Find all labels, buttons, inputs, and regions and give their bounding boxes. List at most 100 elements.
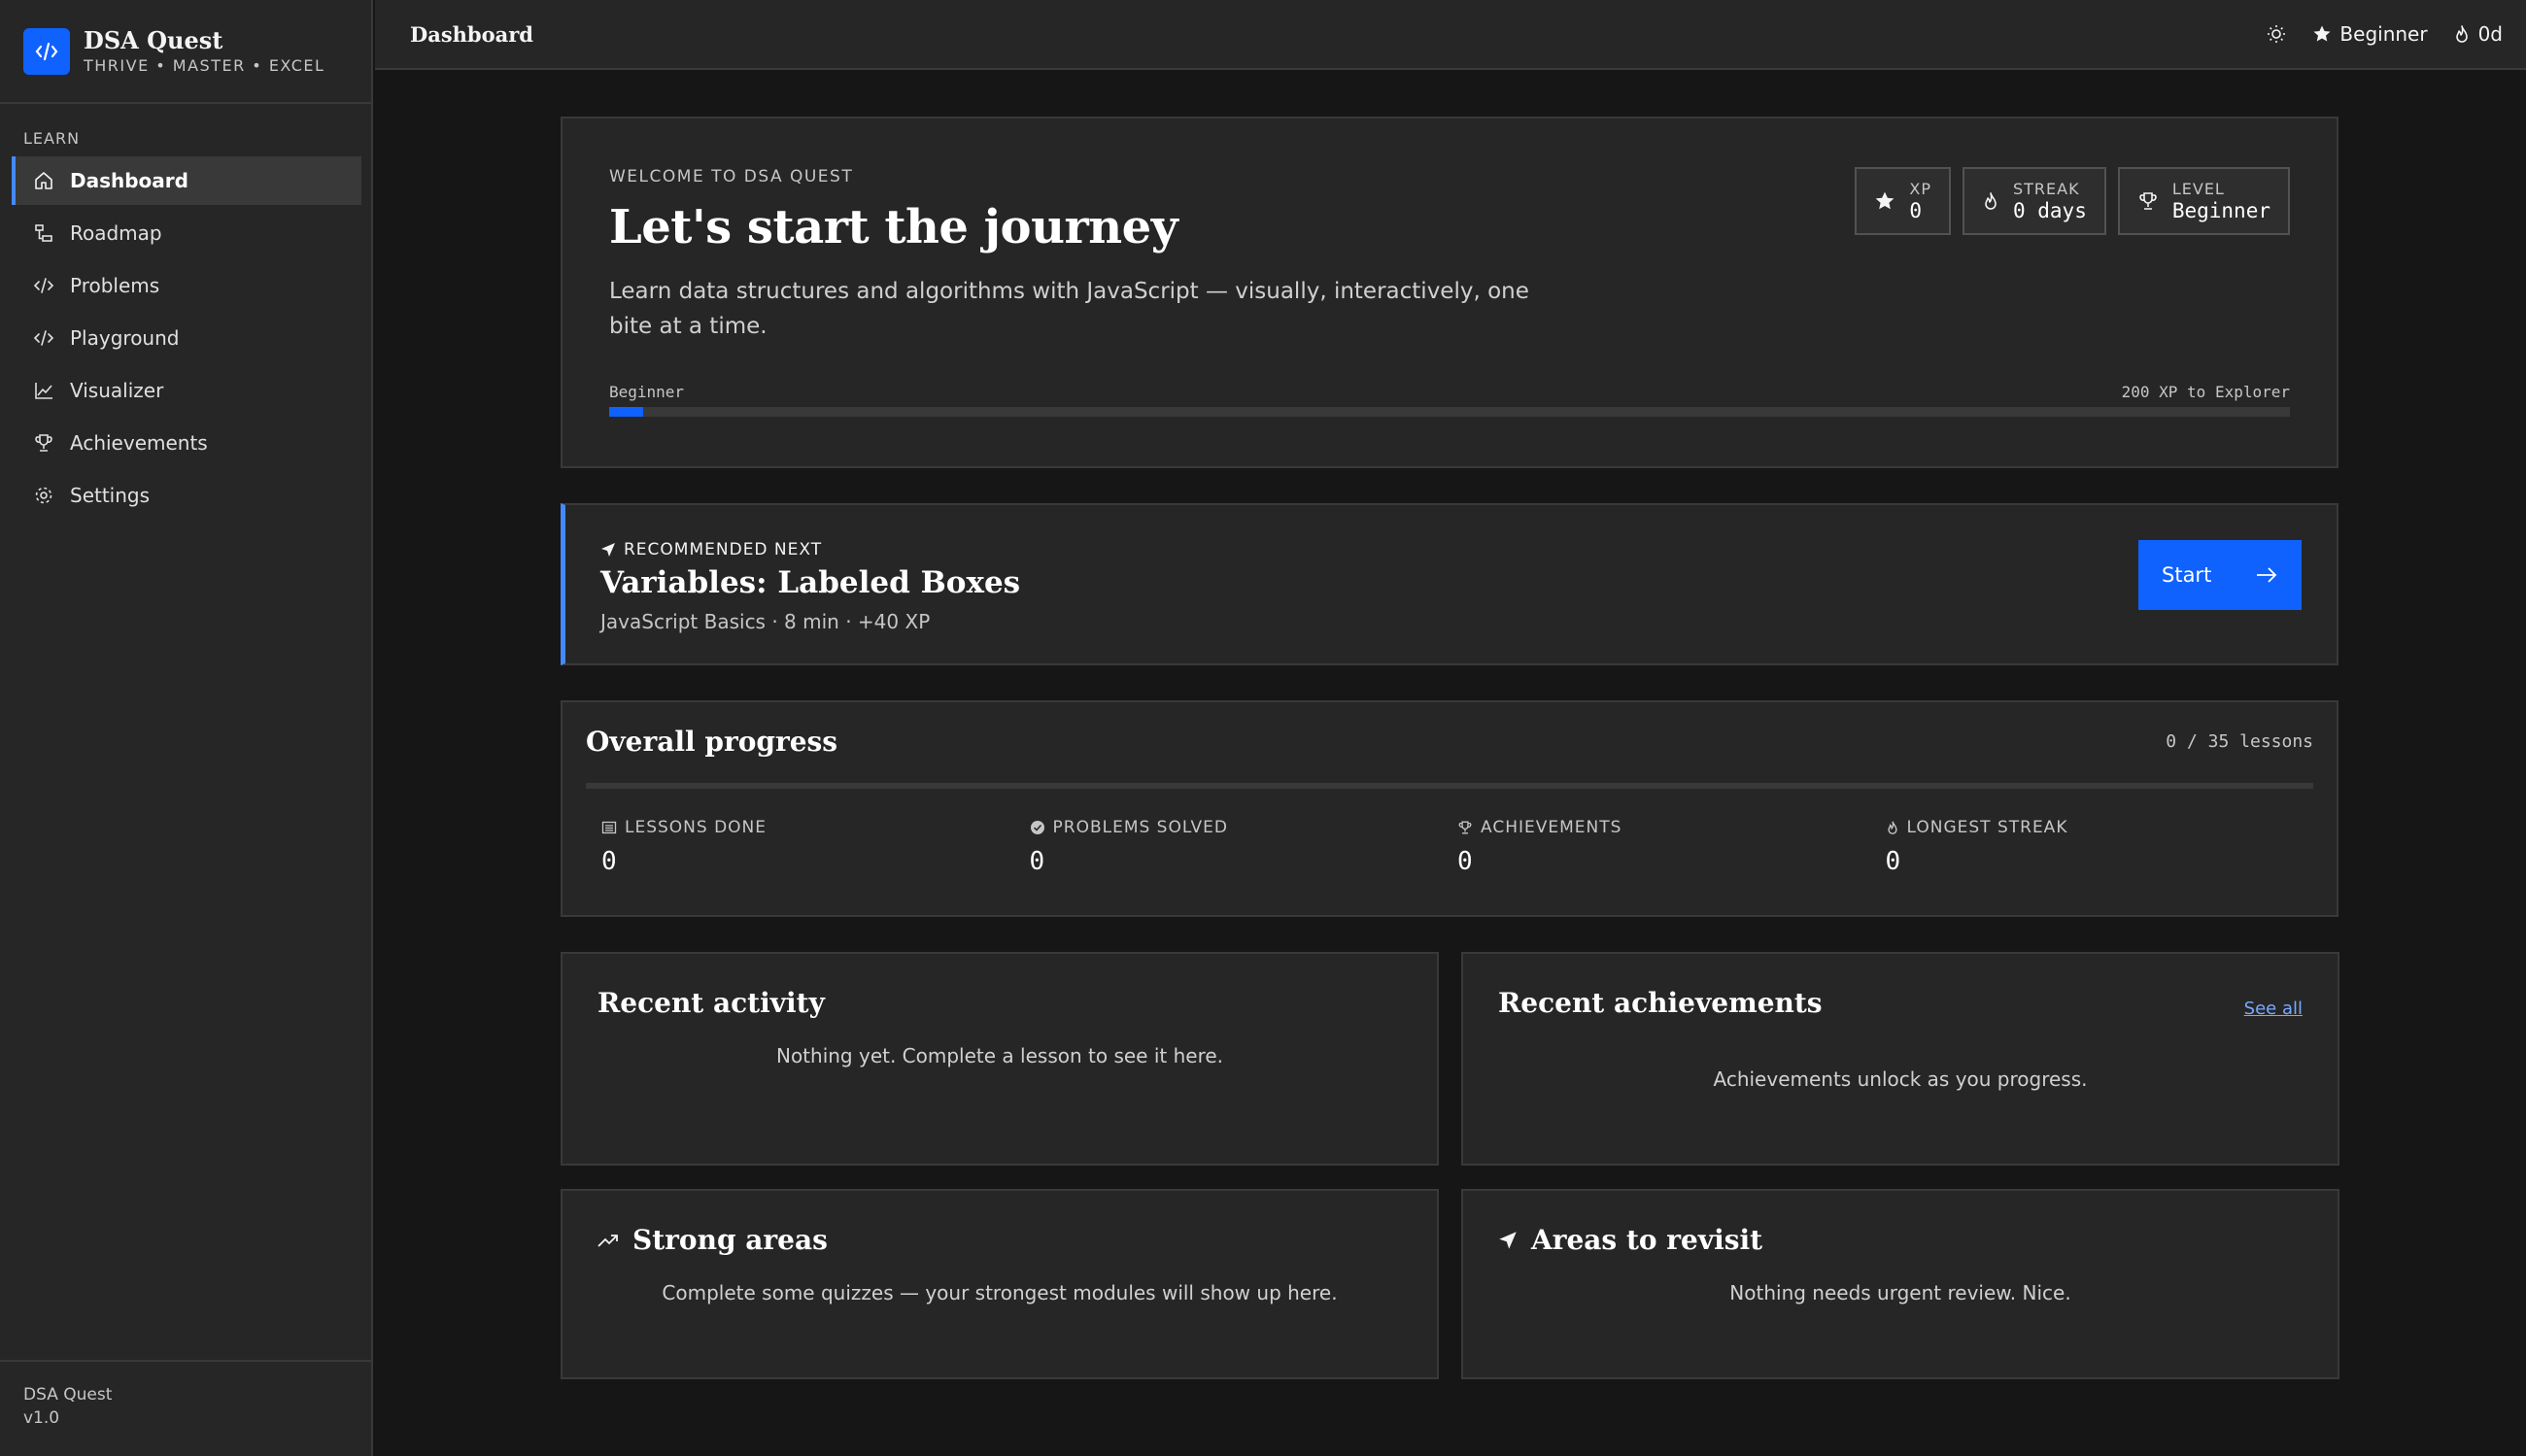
page-title: Dashboard (410, 21, 533, 47)
metric-value: 0 (601, 847, 617, 876)
sidebar-item-dashboard[interactable]: Dashboard (12, 156, 361, 205)
xp-progress: Beginner 200 XP to Explorer (609, 383, 2290, 417)
level-stat-value: Beginner (2171, 199, 2270, 222)
level-indicator[interactable]: Beginner (2312, 22, 2428, 46)
flame-icon (1886, 820, 1899, 835)
sidebar-item-label: Settings (70, 484, 151, 507)
recent-activity-empty: Nothing yet. Complete a lesson to see it… (775, 1044, 1224, 1067)
strong-areas-empty: Complete some quizzes — your strongest m… (662, 1281, 1338, 1304)
recommended-meta: JavaScript Basics · 8 min · +40 XP (600, 610, 931, 633)
sidebar-nav: Dashboard Roadmap Problems Playground Vi… (12, 156, 361, 524)
see-all-link[interactable]: See all (2244, 999, 2303, 1019)
brand-title: DSA Quest (84, 25, 223, 54)
flame-icon (1982, 190, 1999, 212)
level-label: Beginner (2339, 22, 2428, 46)
sidebar-item-settings[interactable]: Settings (12, 471, 361, 520)
recommended-eyebrow-label: RECOMMENDED NEXT (624, 540, 823, 559)
metric-achievements: ACHIEVEMENTS 0 (1457, 818, 1886, 876)
sidebar-item-label: Playground (70, 326, 180, 350)
overall-progress-card: Overall progress 0 / 35 lessons LESSONS … (561, 700, 2338, 917)
strong-areas-title: Strong areas (632, 1224, 828, 1256)
home-icon (33, 170, 54, 191)
recent-achievements-empty: Achievements unlock as you progress. (1713, 1067, 2088, 1091)
metric-lessons-done: LESSONS DONE 0 (601, 818, 1030, 876)
star-icon (2312, 24, 2332, 44)
revisit-areas-empty: Nothing needs urgent review. Nice. (1729, 1281, 2071, 1304)
xp-progress-fill (609, 407, 643, 417)
topbar-actions: Beginner 0d (2266, 22, 2503, 46)
topbar: Dashboard Beginner 0d (375, 0, 2526, 70)
code-icon (33, 327, 54, 349)
metric-label: PROBLEMS SOLVED (1052, 818, 1228, 837)
trophy-icon (33, 432, 54, 454)
trophy-icon (2137, 190, 2159, 212)
recommended-eyebrow: RECOMMENDED NEXT (600, 540, 2302, 559)
xp-stat: XP 0 (1855, 167, 1951, 235)
metrics-row: LESSONS DONE 0 PROBLEMS SOLVED 0 ACHIEVE… (586, 818, 2313, 876)
strong-areas-card: Strong areas Complete some quizzes — you… (561, 1189, 1439, 1379)
code-logo-icon (23, 27, 70, 75)
lessons-count: 0 / 35 lessons (2166, 731, 2313, 752)
metric-longest-streak: LONGEST STREAK 0 (1886, 818, 2314, 876)
sidebar-footer: DSA Quest v1.0 (0, 1360, 371, 1456)
metric-label: LESSONS DONE (625, 818, 768, 837)
theme-toggle-button[interactable] (2266, 23, 2287, 45)
navigation-arrow-icon (1498, 1231, 1518, 1250)
xp-progress-current-level: Beginner (609, 383, 685, 401)
revisit-areas-card: Areas to revisit Nothing needs urgent re… (1461, 1189, 2339, 1379)
recommended-card: RECOMMENDED NEXT Variables: Labeled Boxe… (561, 503, 2338, 665)
sidebar-item-label: Roadmap (70, 221, 162, 245)
level-stat: LEVEL Beginner (2117, 167, 2290, 235)
brand-tagline: THRIVE • MASTER • EXCEL (84, 55, 325, 75)
streak-stat-label: STREAK (2012, 180, 2080, 198)
gear-icon (33, 485, 54, 506)
xp-stat-value: 0 (1909, 199, 1923, 222)
metric-label: ACHIEVEMENTS (1481, 818, 1622, 837)
footer-version: v1.0 (23, 1408, 60, 1428)
nav-section-label: LEARN (23, 129, 81, 148)
streak-stat-value: 0 days (2012, 199, 2087, 222)
trophy-icon (1457, 820, 1473, 835)
list-icon (601, 820, 617, 835)
revisit-areas-heading: Areas to revisit (1498, 1224, 2303, 1256)
sidebar-item-roadmap[interactable]: Roadmap (12, 209, 361, 257)
sidebar-item-label: Achievements (70, 431, 208, 455)
recent-achievements-title: Recent achievements (1498, 987, 1823, 1019)
sidebar-item-playground[interactable]: Playground (12, 314, 361, 362)
chart-line-icon (33, 380, 54, 401)
roadmap-icon (33, 222, 54, 244)
code-icon (33, 275, 54, 296)
welcome-description: Learn data structures and algorithms wit… (609, 279, 1529, 339)
recent-achievements-card: Recent achievements See all Achievements… (1461, 952, 2339, 1166)
xp-progress-next-level: 200 XP to Explorer (2121, 383, 2290, 401)
streak-label: 0d (2477, 22, 2503, 46)
start-lesson-button[interactable]: Start (2138, 540, 2302, 610)
overall-progress-track (586, 783, 2313, 789)
welcome-card: WELCOME TO DSA QUEST Let's start the jou… (561, 117, 2338, 468)
streak-indicator[interactable]: 0d (2453, 22, 2503, 46)
metric-problems-solved: PROBLEMS SOLVED 0 (1030, 818, 1458, 876)
flame-icon (2453, 24, 2471, 44)
level-stat-label: LEVEL (2171, 180, 2225, 198)
streak-stat: STREAK 0 days (1962, 167, 2106, 235)
sidebar: DSA Quest THRIVE • MASTER • EXCEL LEARN … (0, 0, 373, 1456)
sun-icon (2266, 23, 2287, 45)
recommended-title: Variables: Labeled Boxes (600, 565, 1021, 600)
sidebar-item-achievements[interactable]: Achievements (12, 419, 361, 467)
metric-value: 0 (1029, 847, 1045, 876)
stat-group: XP 0 STREAK 0 days LEVEL Beginner (1855, 167, 2290, 235)
sidebar-item-label: Visualizer (70, 379, 164, 402)
revisit-areas-title: Areas to revisit (1531, 1224, 1763, 1256)
start-button-label: Start (2162, 563, 2212, 587)
xp-stat-label: XP (1909, 180, 1931, 198)
sidebar-item-problems[interactable]: Problems (12, 261, 361, 310)
xp-progress-track (609, 407, 2290, 417)
star-icon (1874, 190, 1895, 212)
navigation-arrow-icon (600, 542, 616, 558)
sidebar-item-visualizer[interactable]: Visualizer (12, 366, 361, 415)
overall-progress-title: Overall progress (586, 726, 838, 758)
recent-activity-card: Recent activity Nothing yet. Complete a … (561, 952, 1439, 1166)
sidebar-item-label: Dashboard (70, 169, 188, 192)
brand[interactable]: DSA Quest THRIVE • MASTER • EXCEL (0, 0, 371, 104)
recent-activity-title: Recent activity (597, 987, 825, 1019)
